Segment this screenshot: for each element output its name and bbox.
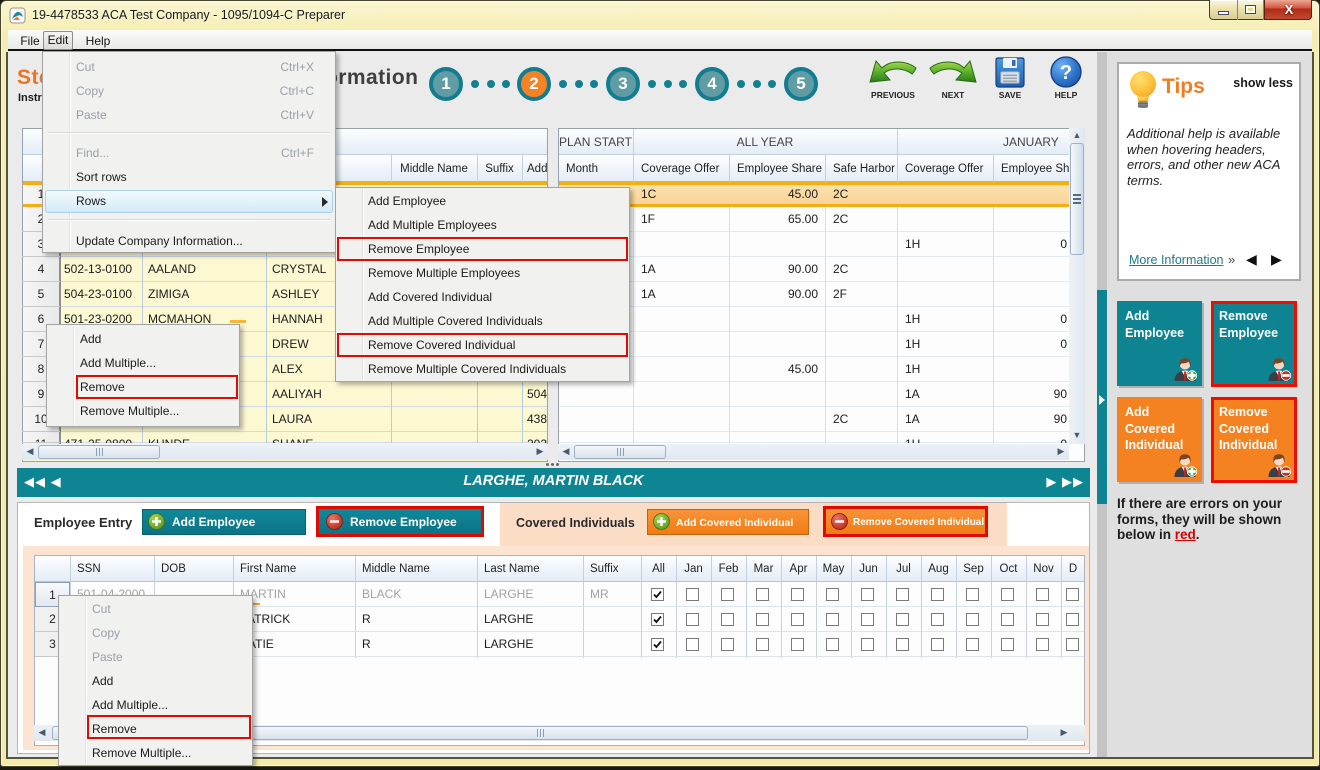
svg-text:?: ? — [1060, 62, 1072, 84]
